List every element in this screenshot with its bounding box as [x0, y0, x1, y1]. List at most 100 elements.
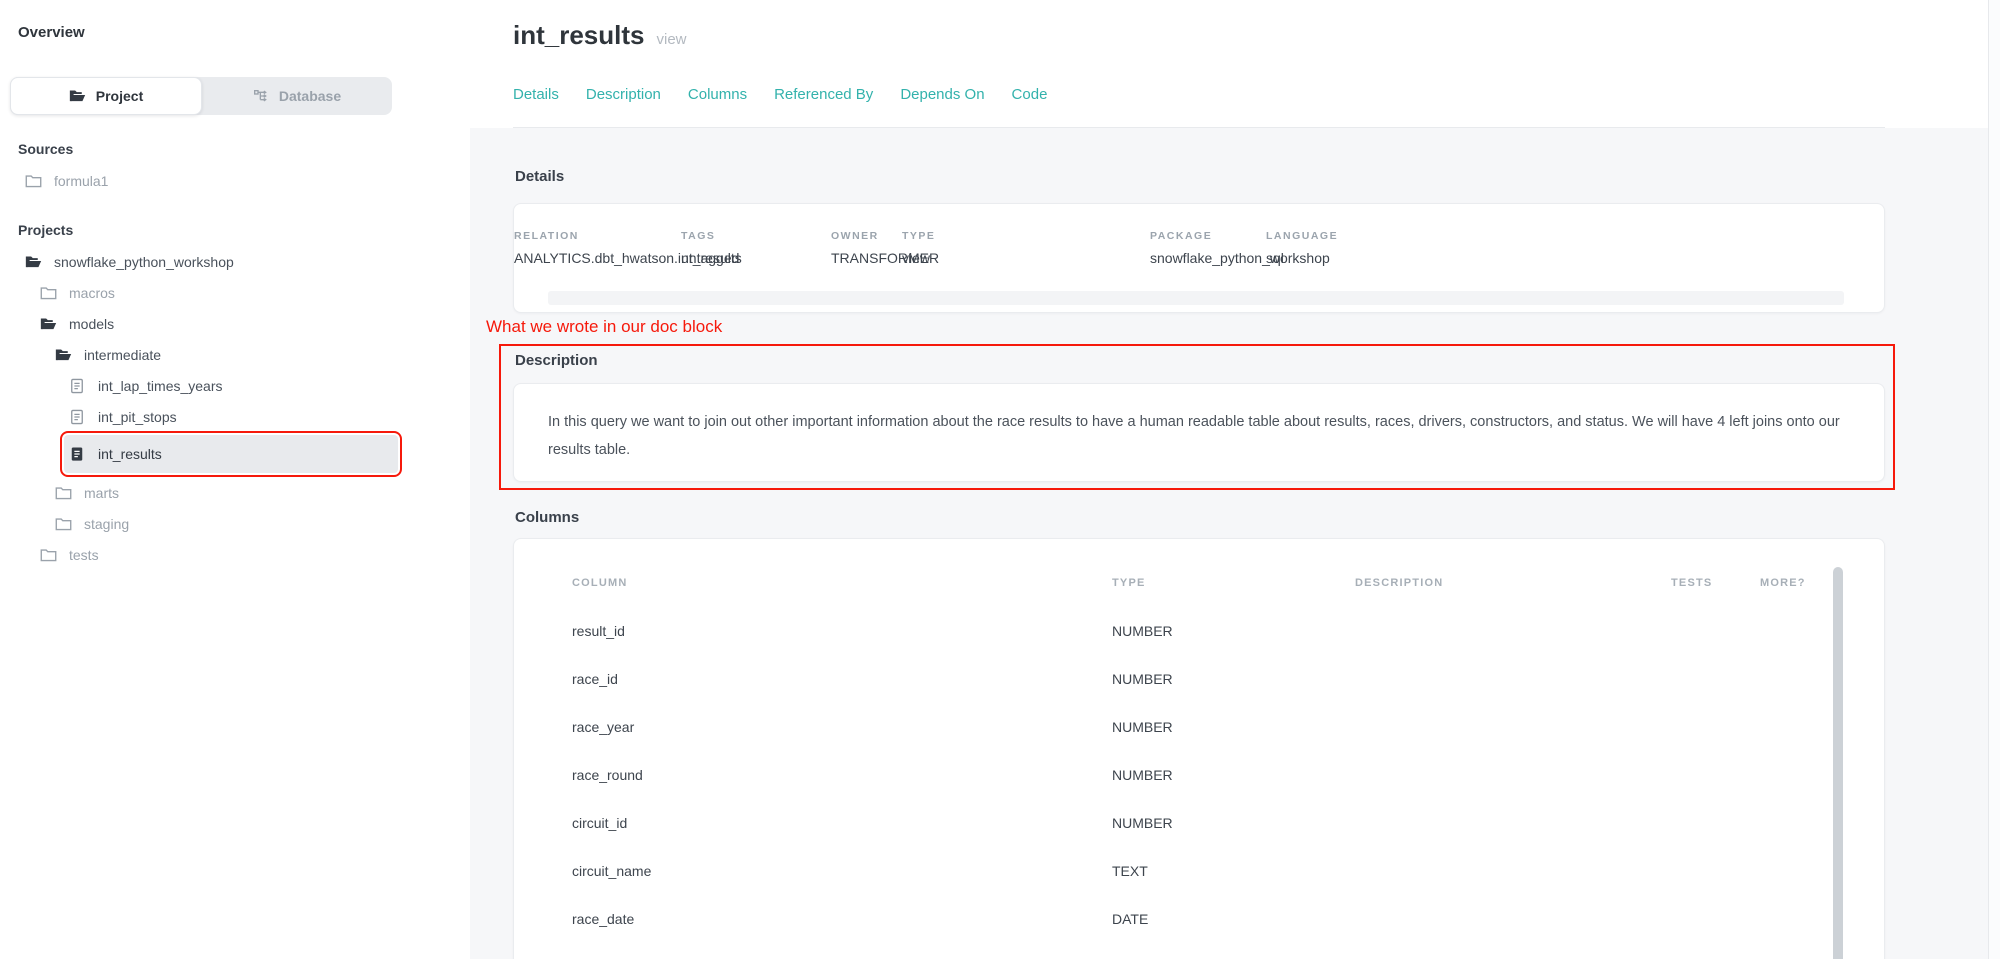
folder-open-icon — [39, 315, 57, 332]
columns-scrollbar-thumb[interactable] — [1833, 567, 1843, 959]
document-solid-icon — [68, 446, 86, 463]
column-header-label: COLUMN — [572, 577, 627, 589]
sidebar-tree-item[interactable]: int_results — [64, 435, 398, 473]
sidebar-tree-item[interactable]: snowflake_python_workshop — [0, 246, 470, 277]
column-name-cell: circuit_id — [572, 815, 627, 831]
detail-field-label: TYPE — [902, 230, 935, 242]
tabs-divider — [513, 127, 1885, 128]
column-name-cell: race_date — [572, 911, 634, 927]
sidebar-tree-item[interactable]: marts — [0, 477, 470, 508]
detail-field-value: view — [902, 250, 935, 266]
projects-heading: Projects — [18, 222, 470, 238]
folder-closed-icon — [24, 172, 42, 189]
project-toggle-label: Project — [96, 88, 143, 104]
database-toggle-button[interactable]: Database — [202, 77, 392, 115]
database-toggle-label: Database — [279, 88, 341, 104]
tree-item-label: int_results — [98, 446, 162, 462]
sidebar-tree-item[interactable]: staging — [0, 508, 470, 539]
column-type-cell: TEXT — [1112, 863, 1148, 879]
folder-closed-icon — [54, 515, 72, 532]
folder-icon — [69, 89, 86, 103]
sidebar-tree-item[interactable]: macros — [0, 277, 470, 308]
tree-item-label: int_pit_stops — [98, 409, 177, 425]
sidebar-tree-item[interactable]: int_lap_times_years — [0, 370, 470, 401]
columns-table-row[interactable]: circuit_name TEXT — [514, 847, 1884, 895]
column-type-cell: NUMBER — [1112, 623, 1173, 639]
detail-field-label: RELATION — [514, 230, 742, 242]
sidebar-tree-item[interactable]: int_pit_stops — [0, 401, 470, 432]
project-toggle-button[interactable]: Project — [10, 77, 202, 115]
page-scrollbar-gutter[interactable] — [1988, 0, 2000, 959]
description-section-heading: Description — [515, 352, 598, 369]
source-item[interactable]: formula1 — [0, 165, 470, 196]
tab-item[interactable]: Details — [513, 86, 559, 103]
tab-item[interactable]: Referenced By — [774, 86, 873, 103]
column-type-cell: DATE — [1112, 911, 1148, 927]
tree-item-label: macros — [69, 285, 115, 301]
column-name-cell: race_id — [572, 671, 618, 687]
page-root: Overview Project Database Sources — [0, 0, 2000, 959]
column-header-label: DESCRIPTION — [1355, 577, 1443, 589]
detail-field: LANGUAGE sql — [1266, 230, 1338, 266]
tree-item-label: tests — [69, 547, 99, 563]
overview-title: Overview — [18, 24, 470, 41]
detail-field: RELATION ANALYTICS.dbt_hwatson.int_resul… — [514, 230, 742, 266]
columns-table-row[interactable]: race_id NUMBER — [514, 655, 1884, 703]
details-section-heading: Details — [515, 168, 564, 185]
page-title-row: int_results view — [513, 20, 687, 51]
detail-field-label: LANGUAGE — [1266, 230, 1338, 242]
tree-item-label: intermediate — [84, 347, 161, 363]
column-header-label: TESTS — [1671, 577, 1712, 589]
column-name-cell: race_year — [572, 719, 634, 735]
columns-table-row[interactable]: race_date DATE — [514, 895, 1884, 943]
document-icon — [68, 408, 86, 425]
description-card: In this query we want to join out other … — [513, 383, 1885, 482]
tab-item[interactable]: Description — [586, 86, 661, 103]
lineage-icon — [253, 88, 269, 104]
columns-table-row[interactable]: race_round NUMBER — [514, 751, 1884, 799]
columns-table-row[interactable]: race_time TIME — [514, 943, 1884, 959]
column-type-cell: NUMBER — [1112, 671, 1173, 687]
column-header-label: MORE? — [1760, 577, 1806, 589]
column-type-cell: NUMBER — [1112, 815, 1173, 831]
column-type-cell: NUMBER — [1112, 719, 1173, 735]
tab-item[interactable]: Columns — [688, 86, 747, 103]
description-text: In this query we want to join out other … — [514, 384, 1884, 464]
source-item-label: formula1 — [54, 173, 108, 189]
detail-field-value: sql — [1266, 250, 1338, 266]
sidebar-tree-item[interactable]: intermediate — [0, 339, 470, 370]
view-toggle: Project Database — [10, 77, 392, 115]
columns-card: COLUMN TYPE DESCRIPTION TESTS MORE? resu… — [513, 538, 1885, 959]
page-title: int_results — [513, 20, 645, 51]
columns-table-row[interactable]: circuit_id NUMBER — [514, 799, 1884, 847]
columns-table-row[interactable]: race_year NUMBER — [514, 703, 1884, 751]
folder-open-icon — [54, 346, 72, 363]
column-type-cell: NUMBER — [1112, 767, 1173, 783]
tree-item-label: snowflake_python_workshop — [54, 254, 234, 270]
columns-table-row[interactable]: result_id NUMBER — [514, 607, 1884, 655]
folder-open-icon — [24, 253, 42, 270]
column-name-cell: result_id — [572, 623, 625, 639]
tree-item-label: marts — [84, 485, 119, 501]
tab-item[interactable]: Code — [1012, 86, 1048, 103]
folder-closed-icon — [39, 284, 57, 301]
sidebar-tree-item[interactable]: tests — [0, 539, 470, 570]
project-tree: snowflake_python_workshop — [0, 246, 470, 570]
annotation-text: What we wrote in our doc block — [486, 317, 722, 337]
folder-closed-icon — [54, 484, 72, 501]
details-footer-bar — [548, 291, 1844, 305]
sidebar-tree-item[interactable]: models — [0, 308, 470, 339]
sources-heading: Sources — [18, 141, 470, 157]
column-name-cell: race_round — [572, 767, 643, 783]
tree-item-label: staging — [84, 516, 129, 532]
document-icon — [68, 377, 86, 394]
detail-field: TYPE view — [902, 230, 935, 266]
tab-item[interactable]: Depends On — [900, 86, 984, 103]
column-header-label: TYPE — [1112, 577, 1146, 589]
sidebar: Overview Project Database Sources — [0, 0, 470, 959]
details-card: TAGS untagged OWNER TRANSFORMER TYPE vie… — [513, 203, 1885, 313]
tree-item-label: models — [69, 316, 114, 332]
column-name-cell: circuit_name — [572, 863, 651, 879]
sources-list: formula1 — [0, 165, 470, 196]
tree-item-label: int_lap_times_years — [98, 378, 223, 394]
